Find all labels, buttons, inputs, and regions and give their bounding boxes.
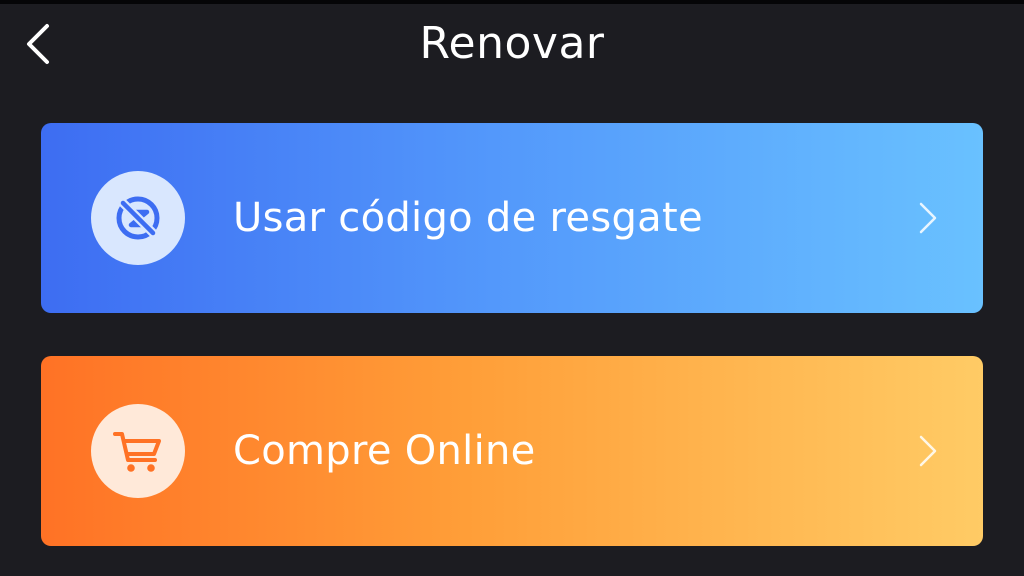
buy-online-label: Compre Online [233, 428, 536, 474]
cart-icon-badge [91, 404, 185, 498]
chevron-right-icon [919, 202, 937, 234]
redeem-code-icon [116, 196, 160, 240]
shopping-cart-icon [113, 432, 161, 472]
redeem-icon-badge [91, 171, 185, 265]
header: Renovar [0, 4, 1024, 84]
chevron-right-icon [919, 435, 937, 467]
page-title: Renovar [419, 18, 605, 69]
redeem-code-option[interactable]: Usar código de resgate [41, 123, 983, 313]
buy-online-option[interactable]: Compre Online [41, 356, 983, 546]
redeem-code-label: Usar código de resgate [233, 195, 703, 241]
